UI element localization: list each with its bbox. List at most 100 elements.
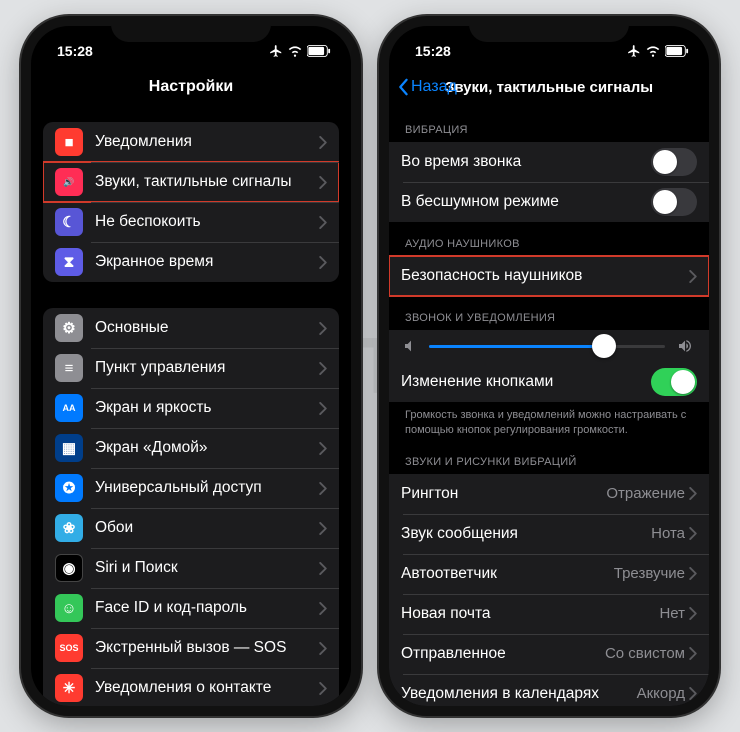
row-label: Siri и Поиск [95, 559, 319, 577]
volume-slider[interactable] [429, 345, 665, 348]
volume-slider-row[interactable] [389, 330, 709, 362]
chevron-right-icon [319, 362, 327, 375]
status-time: 15:28 [57, 43, 93, 59]
chevron-right-icon [689, 687, 697, 700]
chevron-right-icon [319, 562, 327, 575]
chevron-right-icon [319, 442, 327, 455]
section-headphones: АУДИО НАУШНИКОВ [389, 222, 709, 256]
chevron-right-icon [319, 216, 327, 229]
screen-left: 15:28 Настройки ■Уведомления🔊Звуки, такт… [31, 26, 351, 706]
row-label: Обои [95, 519, 319, 537]
row-change-buttons[interactable]: Изменение кнопками [389, 362, 709, 402]
back-button[interactable]: Назад [397, 78, 457, 96]
row-value: Отражение [606, 485, 685, 502]
grid-icon: ▦ [55, 434, 83, 462]
row-value: Трезвучие [614, 565, 685, 582]
settings-row[interactable]: ☺ Face ID и код-пароль [43, 588, 339, 628]
chevron-right-icon [319, 602, 327, 615]
ringer-group: Изменение кнопками [389, 330, 709, 402]
settings-row[interactable]: 🔊Звуки, тактильные сигналы [43, 162, 339, 202]
row-label: Отправленное [401, 645, 605, 663]
row-label: Во время звонка [401, 153, 651, 171]
settings-row[interactable]: ◉ Siri и Поиск [43, 548, 339, 588]
chevron-right-icon [319, 642, 327, 655]
settings-content[interactable]: ■Уведомления🔊Звуки, тактильные сигналы ☾ Н… [31, 108, 351, 706]
sound-row[interactable]: ОтправленноеСо свистом [389, 634, 709, 674]
row-label: Уведомления в календарях [401, 685, 637, 703]
settings-row[interactable]: ❀ Обои [43, 508, 339, 548]
settings-row[interactable]: SOSЭкстренный вызов — SOS [43, 628, 339, 668]
ringer-footnote: Громкость звонка и уведомлений можно нас… [389, 402, 709, 440]
settings-row[interactable]: ☾ Не беспокоить [43, 202, 339, 242]
row-label: Звук сообщения [401, 525, 651, 543]
sound-row[interactable]: Уведомления в календаряхАккорд [389, 674, 709, 706]
accessibility-icon: ✪ [55, 474, 83, 502]
chevron-right-icon [319, 402, 327, 415]
chevron-right-icon [689, 527, 697, 540]
phone-left: 15:28 Настройки ■Уведомления🔊Звуки, такт… [21, 16, 361, 716]
status-icons [269, 44, 331, 58]
chevron-right-icon [319, 136, 327, 149]
switches-icon: ≡ [55, 354, 83, 382]
vibration-group: Во время звонка В бесшумном режиме [389, 142, 709, 222]
settings-row[interactable]: AAЭкран и яркость [43, 388, 339, 428]
row-value: Со свистом [605, 645, 685, 662]
nav-bar-right: Назад Звуки, тактильные сигналы [389, 66, 709, 108]
battery-icon [665, 45, 689, 57]
row-label: Универсальный доступ [95, 479, 319, 497]
sound-row[interactable]: РингтонОтражение [389, 474, 709, 514]
row-label: Не беспокоить [95, 213, 319, 231]
sos-icon: SOS [55, 634, 83, 662]
chevron-right-icon [319, 522, 327, 535]
row-label: Face ID и код-пароль [95, 599, 319, 617]
row-value: Нет [659, 605, 685, 622]
volume-high-icon [675, 338, 695, 354]
toggle-change-buttons[interactable] [651, 368, 697, 396]
row-label: Уведомления о контакте [95, 679, 319, 697]
moon-icon: ☾ [55, 208, 83, 236]
wifi-icon [645, 44, 661, 58]
status-time: 15:28 [415, 43, 451, 59]
wallpaper-icon: ❀ [55, 514, 83, 542]
sound-row[interactable]: АвтоответчикТрезвучие [389, 554, 709, 594]
notch [111, 16, 271, 42]
row-label: Основные [95, 319, 319, 337]
faceid-icon: ☺ [55, 594, 83, 622]
row-vibrate-silent[interactable]: В бесшумном режиме [389, 182, 709, 222]
row-label: Автоответчик [401, 565, 614, 583]
chevron-right-icon [319, 682, 327, 695]
section-sounds: ЗВУКИ И РИСУНКИ ВИБРАЦИЙ [389, 440, 709, 474]
chevron-right-icon [689, 647, 697, 660]
sounds-group: РингтонОтражениеЗвук сообщенияНотаАвтоот… [389, 474, 709, 706]
chevron-left-icon [397, 78, 409, 96]
settings-row[interactable]: ✪ Универсальный доступ [43, 468, 339, 508]
toggle-vibrate-ring[interactable] [651, 148, 697, 176]
settings-row[interactable]: ✳Уведомления о контакте [43, 668, 339, 706]
settings-row[interactable]: ⚙Основные [43, 308, 339, 348]
settings-group-2: ⚙Основные≡Пункт управленияAAЭкран и ярко… [43, 308, 339, 706]
settings-row[interactable]: ≡Пункт управления [43, 348, 339, 388]
section-vibration: ВИБРАЦИЯ [389, 108, 709, 142]
chevron-right-icon [689, 567, 697, 580]
hourglass-icon: ⧗ [55, 248, 83, 276]
chevron-right-icon [689, 487, 697, 500]
page-title: Настройки [149, 78, 233, 96]
settings-row[interactable]: ■Уведомления [43, 122, 339, 162]
settings-group-1: ■Уведомления🔊Звуки, тактильные сигналы ☾ Н… [43, 122, 339, 282]
sound-row[interactable]: Звук сообщенияНота [389, 514, 709, 554]
settings-row[interactable]: ⧗Экранное время [43, 242, 339, 282]
page-title: Звуки, тактильные сигналы [445, 79, 653, 96]
settings-row[interactable]: ▦Экран «Домой» [43, 428, 339, 468]
screen-right: 15:28 Назад Звуки, тактильные сигналы ВИ… [389, 26, 709, 706]
sound-row[interactable]: Новая почтаНет [389, 594, 709, 634]
wifi-icon [287, 44, 303, 58]
chevron-right-icon [319, 482, 327, 495]
sounds-content[interactable]: ВИБРАЦИЯ Во время звонка В бесшумном реж… [389, 108, 709, 706]
toggle-vibrate-silent[interactable] [651, 188, 697, 216]
back-label: Назад [411, 78, 457, 96]
row-label: Новая почта [401, 605, 659, 623]
row-vibrate-ring[interactable]: Во время звонка [389, 142, 709, 182]
chevron-right-icon [319, 256, 327, 269]
siri-icon: ◉ [55, 554, 83, 582]
row-headphone-safety[interactable]: Безопасность наушников [389, 256, 709, 296]
